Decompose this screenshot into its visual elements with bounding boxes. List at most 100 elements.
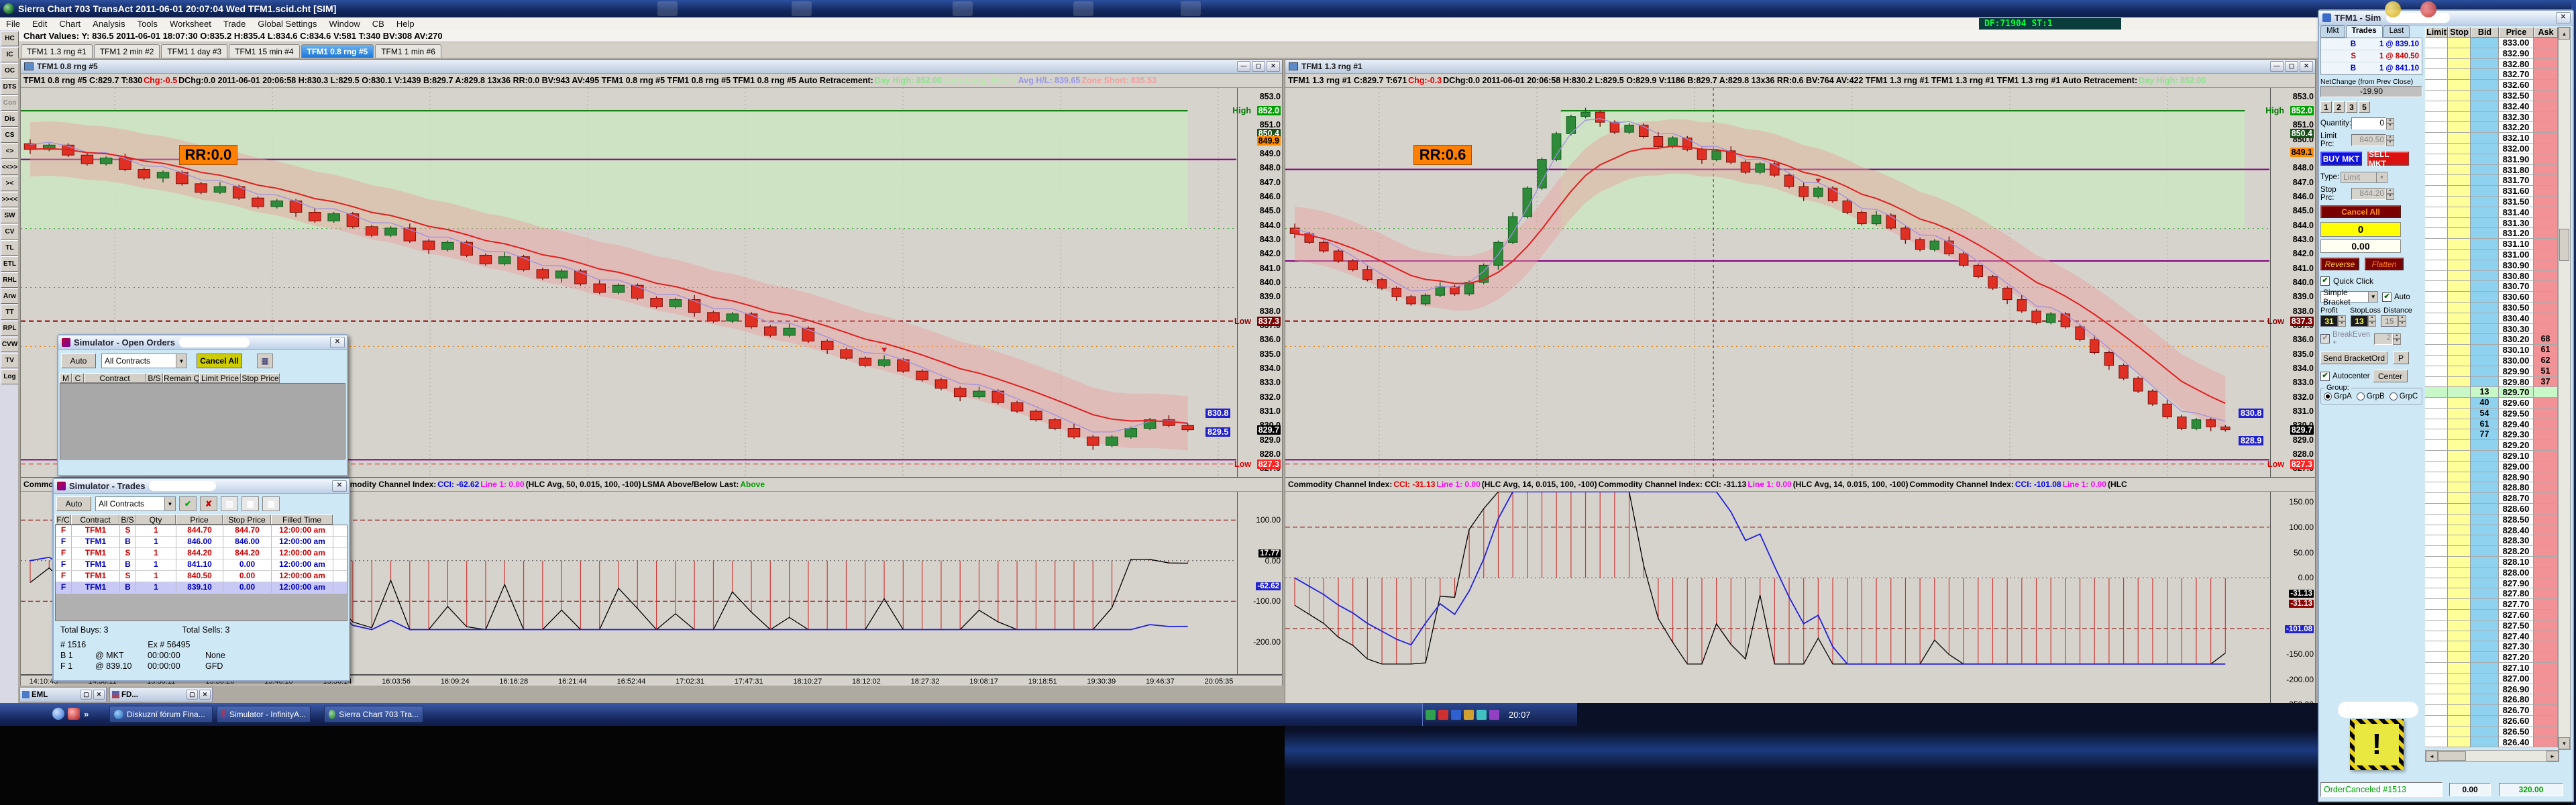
ladder-row-832.40[interactable]: 832.40 (2425, 101, 2558, 112)
ladder-row-829.20[interactable]: 829.20 (2425, 440, 2558, 451)
ladder-row-827.40[interactable]: 827.40 (2425, 631, 2558, 642)
ladder-row-827.80[interactable]: 827.80 (2425, 588, 2558, 600)
tool-button-con[interactable]: Con (1, 95, 19, 111)
tray-icon-4[interactable] (1464, 709, 1474, 720)
ladder-row-830.50[interactable]: 830.50 (2425, 302, 2558, 313)
desktop-icon-yellow[interactable] (2385, 1, 2401, 17)
dom-tab-mkt[interactable]: Mkt (2320, 25, 2345, 38)
ladder-row-829.40[interactable]: 61 829.40 (2425, 419, 2558, 430)
trade-row[interactable]: F TFM1 S 1 840.50 0.00 12:00:00 am (56, 571, 347, 582)
ladder-column-price[interactable]: Price (2499, 27, 2534, 38)
ladder-column-stop[interactable]: Stop (2448, 27, 2471, 38)
tool-button-tv[interactable]: TV (1, 353, 19, 368)
bracket-type-select[interactable]: Simple Bracket ▼ (2320, 288, 2378, 307)
tab-tfm1-1-min-6[interactable]: TFM1 1 min #6 (375, 44, 441, 58)
ladder-row-828.50[interactable]: 828.50 (2425, 514, 2558, 525)
save-icon[interactable]: ▤ (221, 496, 238, 511)
scroll-down-button[interactable]: ▼ (2559, 737, 2570, 749)
column-header-bs[interactable]: B/S (146, 373, 163, 383)
ladder-row-827.70[interactable]: 827.70 (2425, 599, 2558, 610)
trade-row[interactable]: F TFM1 S 1 844.70 844.70 12:00:00 am (56, 525, 347, 537)
ladder-column-bid[interactable]: Bid (2471, 27, 2499, 38)
ladder-row-828.20[interactable]: 828.20 (2425, 546, 2558, 557)
restore-button[interactable]: ▢ (80, 690, 92, 700)
desktop-icon-red[interactable] (2420, 1, 2436, 17)
reverse-button[interactable]: Reverse (2320, 258, 2359, 270)
ladder-row-830.60[interactable]: 830.60 (2425, 292, 2558, 303)
quicklaunch-chevron[interactable]: » (84, 709, 89, 719)
center-button[interactable]: Center (2373, 370, 2408, 382)
ladder-row-828.10[interactable]: 828.10 (2425, 557, 2558, 568)
send-bracket-button[interactable]: Send BracketOrd (2320, 352, 2387, 364)
p-button[interactable]: P (2393, 352, 2409, 364)
menu-item-edit[interactable]: Edit (26, 19, 53, 29)
tool-button-dis[interactable]: Dis (1, 111, 19, 127)
ladder-row-827.50[interactable]: 827.50 (2425, 620, 2558, 631)
tab-tfm1-0-8-rng-5[interactable]: TFM1 0.8 rng #5 (301, 44, 374, 58)
profit-spinner[interactable]: ▲ ▼ (2338, 315, 2346, 327)
tray-icon-6[interactable] (1489, 709, 1499, 720)
column-header-price[interactable]: Price (176, 515, 223, 525)
menu-item-file[interactable]: File (0, 19, 26, 29)
tool-button-etl[interactable]: ETL (1, 256, 19, 272)
ladder-row-832.00[interactable]: 832.00 (2425, 143, 2558, 154)
ladder-row-826.50[interactable]: 826.50 (2425, 726, 2558, 737)
close-button[interactable]: ✕ (330, 337, 345, 348)
flatten-button[interactable]: Flatten (2365, 258, 2404, 270)
close-button[interactable]: ✕ (332, 480, 347, 492)
restore-button[interactable]: ▢ (186, 690, 198, 700)
quantity-input[interactable]: 0 (2351, 117, 2386, 129)
tool-button-tt[interactable]: TT (1, 305, 19, 320)
menu-item-analysis[interactable]: Analysis (87, 19, 131, 29)
scroll-left-button[interactable]: ◄ (2426, 751, 2438, 761)
ladder-row-829.90[interactable]: 829.90 51 (2425, 366, 2558, 377)
ladder-row-830.80[interactable]: 830.80 (2425, 270, 2558, 282)
auto-button[interactable]: Auto (56, 496, 91, 511)
tool-button-arw[interactable]: Arw (1, 288, 19, 304)
confirm-fill-icon[interactable]: ✔ (179, 496, 197, 511)
tray-icon-2[interactable] (1438, 709, 1448, 720)
column-header-filledtime[interactable]: Filled Time (271, 515, 333, 525)
column-header-c[interactable]: C (72, 373, 84, 383)
tab-tfm1-15-min-4[interactable]: TFM1 15 min #4 (229, 44, 300, 58)
tool-button-[interactable]: <> (1, 144, 19, 159)
tray-icon-5[interactable] (1477, 709, 1487, 720)
ladder-row-828.60[interactable]: 828.60 (2425, 504, 2558, 515)
quantity-spinner[interactable]: ▲ ▼ (2386, 117, 2394, 129)
ladder-row-827.00[interactable]: 827.00 (2425, 673, 2558, 684)
ladder-row-828.70[interactable]: 828.70 (2425, 493, 2558, 504)
cci-pane[interactable]: 150.00100.0050.000.00-50.00-100.00-150.0… (1285, 492, 2315, 720)
sell-market-button[interactable]: SELL MKT (2367, 150, 2409, 168)
ladder-row-832.60[interactable]: 832.60 (2425, 80, 2558, 91)
menu-item-tools[interactable]: Tools (131, 19, 164, 29)
ladder-row-829.60[interactable]: 40 829.60 (2425, 398, 2558, 409)
restore-button[interactable]: ▢ (2285, 61, 2298, 72)
tool-button-[interactable]: >><< (1, 192, 19, 207)
close-button[interactable]: ✕ (2300, 61, 2313, 72)
qty-preset-1[interactable]: 1 (2320, 101, 2332, 113)
quick-click-checkbox[interactable]: ✔ (2320, 276, 2330, 286)
ladder-row-831.70[interactable]: 831.70 (2425, 175, 2558, 186)
column-header-limitprice[interactable]: Limit Price (199, 373, 241, 383)
ladder-row-830.40[interactable]: 830.40 (2425, 313, 2558, 324)
column-header-fc[interactable]: F/C (55, 515, 71, 525)
ladder-row-831.60[interactable]: 831.60 (2425, 186, 2558, 197)
bracket-auto-checkbox[interactable]: ✔ (2382, 292, 2392, 302)
trades-title-bar[interactable]: Simulator - Trades ✕ (54, 479, 349, 494)
minimized-window-fd[interactable]: FD... ▢ ✕ (109, 687, 213, 702)
ladder-row-832.20[interactable]: 832.20 (2425, 122, 2558, 133)
ladder-row-829.70[interactable]: 13 829.70 (2425, 387, 2558, 398)
scroll-thumb[interactable] (2438, 751, 2466, 761)
ladder-row-826.40[interactable]: 826.40 (2425, 737, 2558, 748)
tool-button-ic[interactable]: IC (1, 47, 19, 62)
ladder-row-830.00[interactable]: 830.00 62 (2425, 355, 2558, 366)
tool-button-oc[interactable]: OC (1, 63, 19, 78)
taskbar-button-1[interactable]: Diskuzní fórum Fina... (109, 706, 213, 722)
ladder-row-832.90[interactable]: 832.90 (2425, 48, 2558, 59)
delete-icon[interactable]: ✘ (200, 496, 217, 511)
buy-market-button[interactable]: BUY MKT (2320, 152, 2362, 166)
column-header-remainqty[interactable]: Remain Qty (163, 373, 199, 383)
ladder-row-828.00[interactable]: 828.00 (2425, 567, 2558, 578)
ladder-row-832.10[interactable]: 832.10 (2425, 133, 2558, 144)
qty-preset-5[interactable]: 5 (2359, 101, 2370, 113)
